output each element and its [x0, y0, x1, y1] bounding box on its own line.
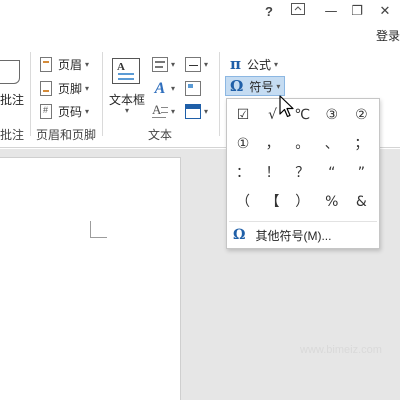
footer-icon: [40, 80, 52, 96]
page-margin-marker: [90, 221, 107, 238]
signature-line-icon: [185, 56, 201, 72]
header-button[interactable]: 页眉 ▾: [40, 54, 89, 74]
chevron-down-icon: ▾: [85, 106, 90, 116]
date-time-button[interactable]: [185, 79, 201, 97]
chevron-down-icon: ▾: [274, 59, 279, 69]
quick-parts-button[interactable]: ▾: [152, 55, 175, 73]
menu-separator: [229, 221, 377, 222]
chevron-down-icon: ▾: [85, 83, 90, 93]
textbox-icon[interactable]: A: [112, 58, 140, 84]
symbol-cell[interactable]: ②: [347, 102, 375, 128]
object-icon: [185, 103, 201, 119]
header-label: 页眉: [58, 57, 83, 72]
chevron-down-icon: ▾: [204, 106, 209, 116]
symbol-cell[interactable]: （: [229, 189, 257, 215]
symbol-cell[interactable]: ③: [318, 102, 346, 128]
chevron-down-icon: ▾: [171, 59, 176, 69]
drop-cap-button[interactable]: A ▾: [152, 102, 175, 120]
group-separator: [30, 52, 31, 136]
drop-cap-icon: A: [152, 102, 168, 119]
watermark: www.bimeiz.com: [300, 344, 382, 356]
chevron-down-icon: ▾: [171, 106, 176, 116]
group-separator: [219, 52, 220, 136]
equation-label: 公式: [246, 57, 271, 72]
symbol-dropdown: ☑ √ ℃ ③ ② ①，。、；：！？ “” （【）% & Ω 其他符号(M)...: [226, 98, 380, 249]
chevron-down-icon: ▾: [276, 81, 281, 91]
symbol-cell[interactable]: ：: [229, 160, 257, 186]
symbol-cell[interactable]: ；: [347, 131, 375, 157]
symbol-button[interactable]: Ω 符号 ▾: [225, 76, 286, 96]
header-footer-group-label: 页眉和页脚: [36, 128, 97, 142]
restore-button[interactable]: ❐: [344, 2, 370, 22]
quick-parts-icon: [152, 56, 168, 72]
footer-label: 页脚: [58, 81, 83, 96]
pi-icon: π: [230, 55, 241, 73]
ribbon-display-options-icon[interactable]: [285, 2, 311, 22]
more-symbols-button[interactable]: Ω 其他符号(M)...: [227, 224, 379, 246]
login-link[interactable]: 登录: [376, 27, 400, 44]
comment-button-label[interactable]: 批注: [0, 91, 24, 108]
chevron-down-icon: ▾: [171, 83, 176, 93]
text-group-label: 文本: [148, 128, 173, 142]
symbol-cell[interactable]: “: [318, 160, 346, 186]
minimize-button[interactable]: —: [318, 2, 344, 22]
symbol-cell[interactable]: 、: [318, 131, 346, 157]
help-button[interactable]: ?: [256, 2, 282, 22]
symbol-cell[interactable]: ☑: [229, 102, 257, 128]
chevron-down-icon: ▾: [85, 59, 90, 69]
header-icon: [40, 56, 52, 72]
object-button[interactable]: ▾: [185, 102, 208, 120]
comment-group-label: 批注: [0, 128, 25, 142]
page-number-icon: [40, 103, 52, 119]
symbol-cell[interactable]: 。: [288, 131, 316, 157]
symbol-cell[interactable]: 【: [259, 189, 287, 215]
footer-button[interactable]: 页脚 ▾: [40, 78, 89, 98]
chevron-down-icon: ▾: [204, 59, 209, 69]
chevron-down-icon[interactable]: ▾: [125, 106, 129, 115]
symbol-cell[interactable]: ①: [229, 131, 257, 157]
symbol-cell[interactable]: ）: [288, 189, 316, 215]
date-time-icon: [185, 80, 201, 96]
equation-button[interactable]: π 公式 ▾: [226, 54, 282, 74]
symbol-cell[interactable]: ？: [288, 160, 316, 186]
omega-icon: Ω: [233, 227, 246, 243]
close-button[interactable]: ✕: [372, 2, 398, 22]
symbol-cell[interactable]: ，: [259, 131, 287, 157]
page-number-button[interactable]: 页码 ▾: [40, 101, 89, 121]
more-symbols-label: 其他符号(M)...: [255, 228, 332, 243]
title-bar: ? — ❐ ✕: [0, 0, 400, 26]
symbol-cell[interactable]: &: [347, 189, 375, 215]
page-number-label: 页码: [58, 104, 83, 119]
omega-icon: Ω: [230, 77, 244, 95]
signature-line-button[interactable]: ▾: [185, 55, 208, 73]
symbol-cell[interactable]: ！: [259, 160, 287, 186]
symbol-cell[interactable]: ”: [347, 160, 375, 186]
wordart-icon: A: [154, 79, 166, 97]
document-page[interactable]: [0, 157, 181, 400]
symbol-cell[interactable]: %: [318, 189, 346, 215]
comment-icon[interactable]: [0, 60, 20, 84]
group-separator: [102, 52, 103, 136]
mouse-pointer-icon: [279, 95, 295, 122]
wordart-button[interactable]: A ▾: [152, 79, 175, 97]
symbol-label: 符号: [249, 79, 274, 94]
